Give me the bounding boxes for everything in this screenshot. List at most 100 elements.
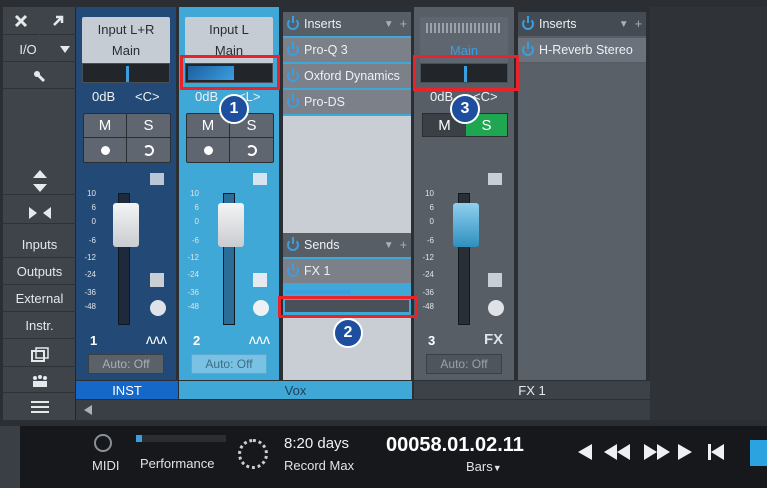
fast-forward-icon[interactable] [644,444,670,460]
return-to-start-icon[interactable] [708,444,724,460]
channel-color-icon[interactable] [488,173,502,185]
channel-color-icon[interactable] [253,173,267,185]
sidebar-item-inputs[interactable]: Inputs [3,232,76,258]
highlight-box-3 [413,55,519,91]
power-icon[interactable] [522,16,534,30]
channel-color-icon[interactable] [150,173,164,185]
meter-icon[interactable] [253,273,267,287]
horizontal-scrollbar[interactable] [76,400,650,420]
fader-scale-label: -6 [191,236,199,245]
dropdown-icon[interactable]: ▼ [619,19,629,30]
meter-icon[interactable] [488,273,502,287]
pan-knob-icon[interactable] [488,300,504,316]
power-icon[interactable] [287,94,299,108]
meter-icon[interactable] [150,273,164,287]
insert-slot[interactable]: Pro-Q 3 [283,38,411,62]
record-max-label: Record Max [284,458,355,473]
rewind-icon[interactable] [604,444,630,460]
channel-number: 3 [428,333,436,348]
windows-icon[interactable] [3,343,76,367]
fader-scale-label: -12 [187,253,199,262]
io-dropdown-icon[interactable] [54,38,76,62]
fader-scale-label: -24 [422,270,434,279]
channel-footer-vox[interactable]: Vox [179,381,412,399]
loop-button[interactable] [750,440,767,466]
position-unit-label: Bars [466,459,493,474]
dropdown-icon[interactable]: ▼ [384,19,394,30]
midi-icon[interactable] [94,434,112,452]
automation-mode[interactable]: Auto: Off [88,354,164,374]
expand-vertical-icon[interactable] [3,167,76,195]
power-icon[interactable] [287,42,299,56]
record-time-icon [238,439,268,469]
insert-empty-area[interactable] [518,64,646,380]
channel-number: 1 [90,333,98,348]
power-icon[interactable] [522,42,534,56]
send-level-bar[interactable] [285,290,351,294]
fader-scale-label: 0 [429,217,434,226]
insert-slot[interactable]: Oxford Dynamics [283,64,411,88]
insert-slot[interactable]: H-Reverb Stereo [518,38,646,62]
send-slot[interactable]: FX 1 [283,259,411,283]
pan-knob-icon[interactable] [150,300,166,316]
insert-name: Pro-Q 3 [304,43,348,57]
performance-meter-fill [136,435,142,442]
position-unit[interactable]: Bars▼ [466,459,502,474]
expand-icon[interactable] [40,7,76,35]
fx1-fx-panel: Inserts ▼ + H-Reverb Stereo [518,12,646,380]
solo-button[interactable]: S [127,114,170,138]
sends-header[interactable]: Sends ▼ + [283,233,411,257]
inserts-title: Inserts [304,17,342,31]
volume-fader-handle[interactable] [218,203,244,247]
pan-control[interactable] [82,63,170,83]
sidebar-item-external[interactable]: External [3,286,76,312]
dropdown-icon[interactable]: ▼ [384,240,394,251]
fader-scale-label: -6 [426,236,434,245]
sidebar-item-instr[interactable]: Instr. [3,313,76,339]
list-icon[interactable] [3,395,76,419]
volume-fader-handle[interactable] [453,203,479,247]
insert-slot[interactable]: Pro-DS [283,90,411,114]
fader-scale-label: -36 [422,288,434,297]
collapse-horizontal-icon[interactable] [3,202,76,224]
inserts-header[interactable]: Inserts ▼ + [283,12,411,36]
wrench-icon[interactable] [3,65,76,89]
mute-button[interactable]: M [84,114,127,138]
mute-solo-panel: M S [83,113,171,163]
power-icon[interactable] [287,16,299,30]
power-icon[interactable] [287,237,299,251]
record-days: 8:20 days [284,435,350,452]
power-icon[interactable] [287,68,299,82]
record-arm-button[interactable] [187,138,230,162]
io-button[interactable]: I/O [3,38,53,62]
position-readout[interactable]: 00058.01.02.11 [386,434,524,457]
automation-mode[interactable]: Auto: Off [191,354,267,374]
fader-scale-label: -48 [84,302,96,311]
monitor-button[interactable] [127,138,170,162]
channel-footer-fx1[interactable]: FX 1 [414,381,650,399]
mixer-empty-area [650,7,767,420]
scroll-left-icon[interactable] [84,405,92,415]
power-icon[interactable] [287,263,299,277]
volume-fader-handle[interactable] [113,203,139,247]
fx-tag: FX [484,331,504,348]
close-icon[interactable] [3,7,39,35]
add-icon[interactable]: + [400,238,407,252]
automation-mode[interactable]: Auto: Off [426,354,502,374]
inserts-header[interactable]: Inserts ▼ + [518,12,646,36]
group-icon[interactable] [3,369,76,393]
sidebar-item-outputs[interactable]: Outputs [3,259,76,285]
add-icon[interactable]: + [400,17,407,31]
waveform-icon: ᴧᴧᴧ [249,331,270,347]
fader-scale-label: 10 [425,189,434,198]
insert-name: H-Reverb Stereo [539,43,633,57]
add-icon[interactable]: + [635,17,642,31]
pan-knob-icon[interactable] [253,300,269,316]
previous-icon[interactable] [578,444,592,460]
monitor-button[interactable] [230,138,273,162]
next-icon[interactable] [678,444,692,460]
channel-footer-inst[interactable]: INST [76,381,178,399]
record-arm-button[interactable] [84,138,127,162]
fader-scale-label: -6 [88,236,96,245]
insert-empty-area[interactable] [283,116,411,234]
